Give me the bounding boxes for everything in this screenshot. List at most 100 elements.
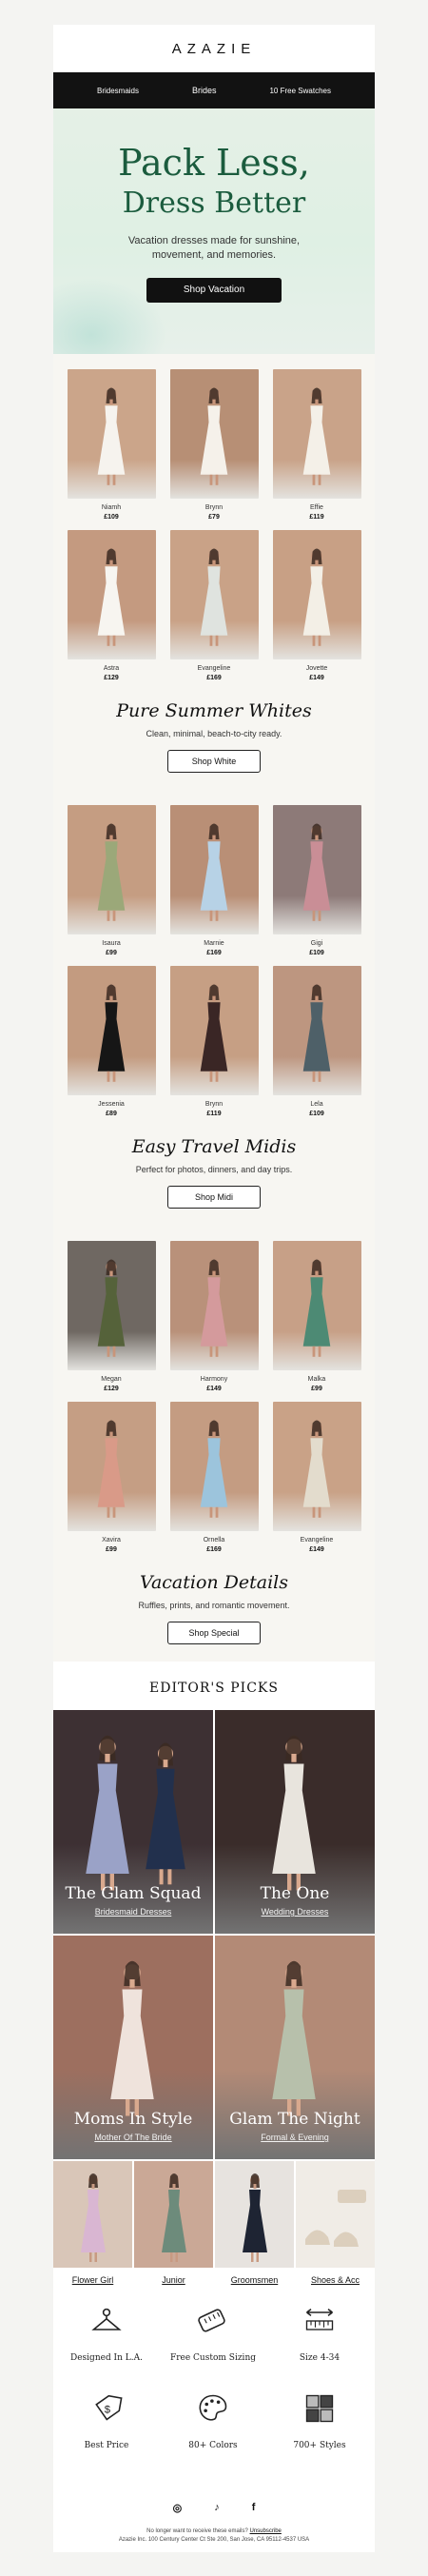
product-photo[interactable] — [67, 966, 156, 1095]
category-card[interactable]: Shoes & Acc — [296, 2161, 375, 2291]
product-photo[interactable] — [169, 966, 259, 1095]
tile-link[interactable]: Wedding Dresses — [215, 1907, 375, 1917]
product-card[interactable]: Brynn £79 — [169, 369, 259, 521]
nav-item-brides[interactable]: Brides — [192, 86, 217, 95]
category-image[interactable] — [53, 2161, 132, 2268]
product-photo[interactable] — [169, 530, 259, 659]
editor-tile[interactable]: Glam The Night Formal & Evening — [215, 1936, 375, 2159]
product-card[interactable]: Astra £129 — [67, 530, 156, 681]
product-photo[interactable] — [272, 369, 361, 499]
product-photo[interactable] — [272, 805, 361, 934]
product-name[interactable]: Megan — [68, 1376, 156, 1383]
product-name[interactable]: Marnie — [170, 940, 259, 947]
nav-item-swatches[interactable]: 10 Free Swatches — [269, 87, 330, 95]
category-card[interactable]: Groomsmen — [215, 2161, 294, 2291]
product-name[interactable]: Evangeline — [170, 665, 259, 672]
product-photo[interactable] — [67, 805, 156, 934]
product-card[interactable]: Brynn £119 — [169, 966, 259, 1117]
product-photo[interactable] — [169, 369, 259, 499]
category-image[interactable] — [215, 2161, 294, 2268]
product-photo[interactable] — [272, 1241, 361, 1370]
model-figure — [302, 1259, 331, 1357]
brand-logo[interactable]: AZAZIE — [172, 41, 257, 57]
product-card[interactable]: Niamh £109 — [67, 369, 156, 521]
product-card[interactable]: Malka £99 — [272, 1241, 361, 1392]
product-name[interactable]: Malka — [273, 1376, 361, 1383]
product-card[interactable]: Evangeline £169 — [169, 530, 259, 681]
category-label[interactable]: Shoes & Acc — [296, 2268, 375, 2291]
product-name[interactable]: Lela — [273, 1101, 361, 1108]
editor-tile[interactable]: The One Wedding Dresses — [215, 1710, 375, 1934]
perk-item: 80+ Colors — [160, 2388, 266, 2475]
facebook-icon[interactable]: f — [252, 2502, 256, 2514]
product-card[interactable]: Ornella £169 — [169, 1402, 259, 1553]
category-label[interactable]: Flower Girl — [53, 2268, 132, 2291]
product-card[interactable]: Jessenia £89 — [67, 966, 156, 1117]
price-tag-icon: $ — [95, 2394, 123, 2421]
tile-title[interactable]: Glam The Night — [215, 2110, 375, 2129]
tile-link[interactable]: Formal & Evening — [215, 2133, 375, 2142]
product-card[interactable]: Harmony £149 — [169, 1241, 259, 1392]
product-name[interactable]: Brynn — [170, 1101, 259, 1108]
product-name[interactable]: Jessenia — [68, 1101, 156, 1108]
product-name[interactable]: Harmony — [170, 1376, 259, 1383]
tile-link[interactable]: Mother Of The Bride — [53, 2133, 213, 2142]
category-image[interactable] — [296, 2161, 375, 2268]
model-figure — [110, 1960, 154, 2116]
product-photo[interactable] — [272, 966, 361, 1095]
shop-white-button[interactable]: Shop White — [167, 750, 261, 773]
tile-title[interactable]: The One — [215, 1884, 375, 1903]
product-name[interactable]: Jovette — [273, 665, 361, 672]
product-photo[interactable] — [67, 1241, 156, 1370]
tile-title[interactable]: The Glam Squad — [53, 1884, 213, 1903]
product-name[interactable]: Isaura — [68, 940, 156, 947]
tiktok-icon[interactable]: ♪ — [214, 2502, 220, 2514]
product-name[interactable]: Niamh — [68, 504, 156, 511]
model-figure — [97, 1259, 126, 1357]
product-photo[interactable] — [169, 1402, 259, 1531]
shop-vacation-button[interactable]: Shop Vacation — [146, 278, 282, 303]
product-photo[interactable] — [272, 1402, 361, 1531]
product-name[interactable]: Effie — [273, 504, 361, 511]
product-name[interactable]: Ornella — [170, 1537, 259, 1544]
product-name[interactable]: Xavira — [68, 1537, 156, 1544]
editor-tile[interactable]: The Glam Squad Bridesmaid Dresses — [53, 1710, 213, 1934]
product-card[interactable]: Gigi £109 — [272, 805, 361, 956]
product-photo[interactable] — [272, 530, 361, 659]
social-links: ◎ ♪ f — [53, 2481, 375, 2527]
product-name[interactable]: Brynn — [170, 504, 259, 511]
section-title: Vacation Details — [139, 1572, 289, 1593]
product-card[interactable]: Xavira £99 — [67, 1402, 156, 1553]
product-grid-details: Megan £129 Harmony £149 Malka £99 Xavira £99 Orn… — [53, 1226, 375, 1563]
product-photo[interactable] — [169, 1241, 259, 1370]
product-card[interactable]: Effie £119 — [272, 369, 361, 521]
product-photo[interactable] — [169, 805, 259, 934]
product-card[interactable]: Lela £109 — [272, 966, 361, 1117]
instagram-icon[interactable]: ◎ — [173, 2502, 183, 2514]
product-card[interactable]: Marnie £169 — [169, 805, 259, 956]
shop-midi-button[interactable]: Shop Midi — [167, 1186, 261, 1209]
product-name[interactable]: Evangeline — [273, 1537, 361, 1544]
category-card[interactable]: Flower Girl — [53, 2161, 132, 2291]
category-label[interactable]: Groomsmen — [215, 2268, 294, 2291]
category-card[interactable]: Junior — [134, 2161, 213, 2291]
category-label[interactable]: Junior — [134, 2268, 213, 2291]
product-card[interactable]: Jovette £149 — [272, 530, 361, 681]
category-image[interactable] — [134, 2161, 213, 2268]
product-name[interactable]: Astra — [68, 665, 156, 672]
shop-special-button[interactable]: Shop Special — [167, 1622, 261, 1644]
product-card[interactable]: Megan £129 — [67, 1241, 156, 1392]
editor-tiles: The Glam Squad Bridesmaid Dresses The One W… — [53, 1710, 375, 2159]
tile-title[interactable]: Moms In Style — [53, 2110, 213, 2129]
tile-link[interactable]: Bridesmaid Dresses — [53, 1907, 213, 1917]
product-name[interactable]: Gigi — [273, 940, 361, 947]
nav-item-bridesmaids[interactable]: Bridesmaids — [97, 87, 139, 95]
product-photo[interactable] — [67, 530, 156, 659]
product-photo[interactable] — [67, 369, 156, 499]
product-card[interactable]: Isaura £99 — [67, 805, 156, 956]
product-photo[interactable] — [67, 1402, 156, 1531]
top-nav: Bridesmaids Brides 10 Free Swatches — [53, 72, 375, 108]
editor-tile[interactable]: Moms In Style Mother Of The Bride — [53, 1936, 213, 2159]
product-card[interactable]: Evangeline £149 — [272, 1402, 361, 1553]
unsubscribe-link[interactable]: Unsubscribe — [250, 2528, 282, 2534]
